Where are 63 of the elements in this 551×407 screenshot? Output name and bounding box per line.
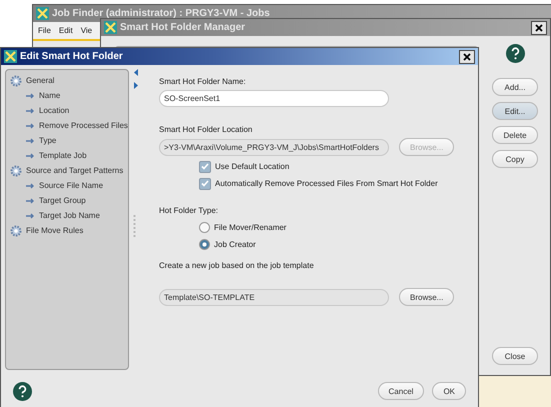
menu-item[interactable]: Edit <box>58 26 73 35</box>
browse-button[interactable]: Browse... <box>399 288 454 306</box>
help-icon[interactable] <box>506 44 524 63</box>
template-field[interactable]: Template\SO-TEMPLATE <box>159 288 389 306</box>
action-button[interactable]: Add... <box>492 78 538 96</box>
close-button[interactable] <box>531 20 547 34</box>
checkbox[interactable] <box>199 160 211 172</box>
help-icon[interactable] <box>13 382 32 400</box>
window-title: Job Finder (administrator) : PRGY3-VM - Jobs <box>52 8 271 19</box>
arrow-icon <box>26 122 35 128</box>
gear-icon <box>10 74 22 86</box>
arrow-icon <box>26 182 35 188</box>
field-label: Hot Folder Type: <box>159 206 219 215</box>
collapse-left-icon[interactable] <box>134 69 138 76</box>
app-icon <box>4 50 17 63</box>
splitter-grip-icon[interactable] <box>133 215 136 237</box>
nav-item[interactable]: Name <box>6 88 128 103</box>
window-title: Smart Hot Folder Manager <box>120 22 246 33</box>
radio-label: Job Creator <box>214 240 256 249</box>
radio-button[interactable] <box>199 239 210 250</box>
close-button[interactable]: Close <box>492 347 538 365</box>
nav-item[interactable]: Source File Name <box>6 178 128 193</box>
checkbox-label: Automatically Remove Processed Files From Smart Hot Folder <box>215 179 438 188</box>
nav-item[interactable]: Target Group <box>6 193 128 208</box>
name-field[interactable]: SO-ScreenSet1 <box>159 90 389 107</box>
menu-item[interactable]: File <box>38 26 51 35</box>
arrow-icon <box>26 138 35 144</box>
arrow-icon <box>26 92 35 98</box>
expand-right-icon[interactable] <box>134 82 138 89</box>
nav-item[interactable]: File Move Rules <box>6 223 128 238</box>
action-button[interactable]: Copy <box>492 150 538 168</box>
nav-item[interactable]: General <box>6 73 128 88</box>
arrow-icon <box>26 212 35 218</box>
close-icon <box>535 24 543 32</box>
nav-item[interactable]: Type <box>6 133 128 148</box>
close-button[interactable] <box>459 50 475 64</box>
dialog-title: Edit Smart Hot Folder <box>20 51 124 62</box>
checkbox-label: Use Default Location <box>215 162 290 171</box>
arrow-icon <box>26 108 35 114</box>
action-button[interactable]: Edit... <box>492 102 538 120</box>
menu-item[interactable]: Vie <box>80 26 92 35</box>
dialog-button[interactable]: OK <box>432 382 466 400</box>
field-label: Smart Hot Folder Name: <box>159 77 247 86</box>
field-label: Create a new job based on the job template <box>159 261 315 270</box>
action-button[interactable]: Delete <box>492 126 538 144</box>
nav-item[interactable]: Template Job <box>6 148 128 163</box>
app-icon <box>36 7 49 20</box>
nav-item[interactable]: Target Job Name <box>6 208 128 223</box>
gear-icon <box>10 224 22 236</box>
close-icon <box>463 52 471 60</box>
app-icon <box>104 21 117 34</box>
nav-item[interactable]: Source and Target Patterns <box>6 163 128 178</box>
arrow-icon <box>26 152 35 158</box>
checkbox[interactable] <box>199 178 211 190</box>
radio-button[interactable] <box>199 222 210 233</box>
nav-item[interactable]: Remove Processed Files <box>6 118 128 133</box>
nav-item[interactable]: Location <box>6 103 128 118</box>
field-label: Smart Hot Folder Location <box>159 125 254 134</box>
radio-label: File Mover/Renamer <box>214 223 286 232</box>
dialog-button[interactable]: Cancel <box>378 382 424 400</box>
location-field[interactable]: >Y3-VM\Araxi\Volume_PRGY3-VM_J\Jobs\SmartHotFolders <box>159 138 389 156</box>
gear-icon <box>10 164 22 176</box>
arrow-icon <box>26 198 35 204</box>
